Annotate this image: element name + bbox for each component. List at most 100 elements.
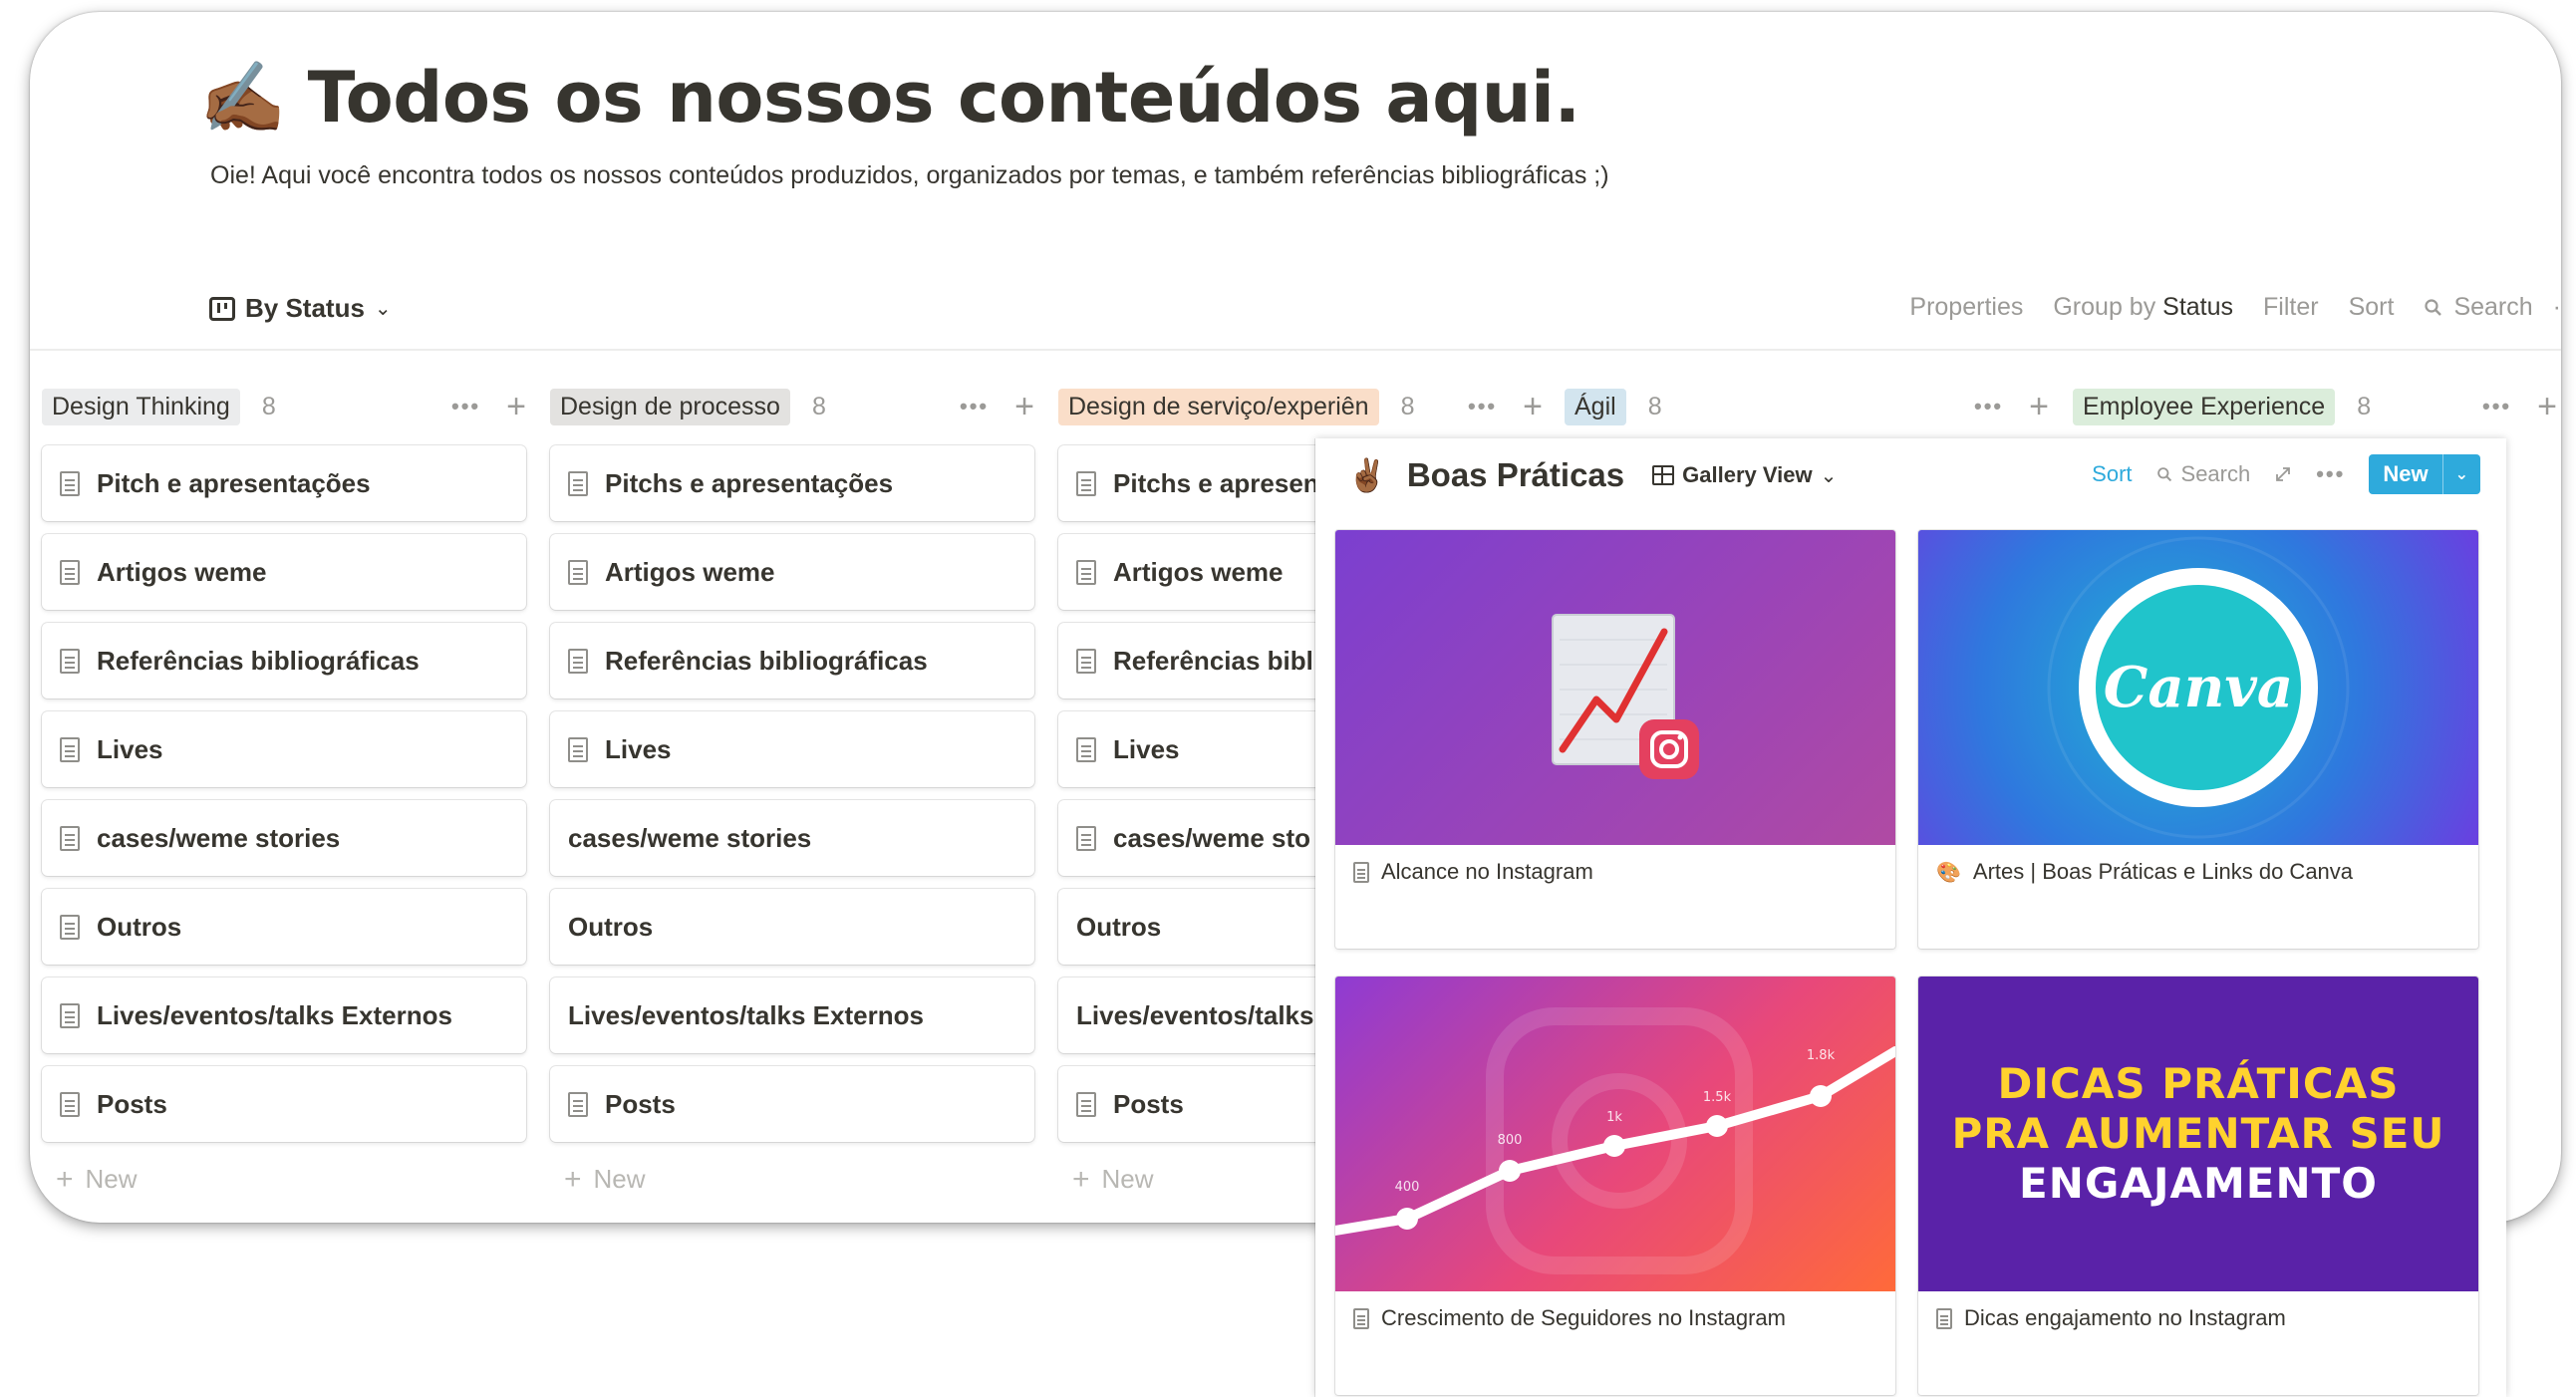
page-title: ✍🏾 Todos os nossos conteúdos aqui.: [199, 57, 1580, 140]
board-card[interactable]: Outros: [42, 889, 526, 965]
new-card-button[interactable]: + New: [550, 1164, 1034, 1195]
view-switcher[interactable]: By Status ⌄: [209, 293, 392, 324]
gallery-sort-button[interactable]: Sort: [2092, 461, 2132, 487]
board-card[interactable]: Artigos weme: [550, 534, 1034, 610]
dicas-banner-text: DICAS PRÁTICAS PRA AUMENTAR SEU ENGAJAME…: [1951, 1059, 2444, 1209]
card-title: Lives: [605, 733, 672, 764]
board-card[interactable]: cases/weme stories: [550, 800, 1034, 876]
gallery-new-button[interactable]: New ⌄: [2369, 454, 2480, 494]
card-title: Alcance no Instagram: [1381, 859, 1593, 884]
page-title-text: Todos os nossos conteúdos aqui.: [307, 57, 1580, 139]
page-icon: [1353, 1307, 1369, 1329]
gallery-search-button[interactable]: Search: [2156, 461, 2251, 487]
gallery-more-icon[interactable]: •••: [2316, 461, 2345, 487]
column-cards: Pitchs e apresentações Artigos weme Referê…: [550, 445, 1034, 1142]
more-icon[interactable]: •••: [1468, 394, 1497, 419]
card-title: Lives/eventos/talks: [1076, 999, 1314, 1030]
gallery-toolbar: Sort Search ••• New ⌄: [2092, 454, 2480, 494]
column-count: 8: [1400, 392, 1415, 420]
view-name: By Status: [245, 293, 365, 323]
column-count: 8: [1647, 392, 1662, 420]
add-icon[interactable]: +: [506, 390, 526, 423]
page-icon: [568, 736, 588, 762]
palette-icon: 🎨: [1936, 861, 1961, 884]
board-card[interactable]: Lives/eventos/talks Externos: [550, 978, 1034, 1053]
board-card[interactable]: Pitchs e apresentações: [550, 445, 1034, 521]
group-by-button[interactable]: Group by Status: [2053, 293, 2233, 322]
page-icon: [60, 736, 80, 762]
column-status-tag[interactable]: Design de serviço/experiên: [1058, 388, 1379, 425]
more-icon[interactable]: •••: [960, 394, 989, 419]
add-icon[interactable]: +: [2029, 390, 2049, 423]
card-title: Posts: [605, 1088, 676, 1119]
new-card-button[interactable]: + New: [42, 1164, 526, 1195]
add-icon[interactable]: +: [1523, 390, 1543, 423]
card-title: Pitchs e apresentações: [605, 467, 894, 498]
board-card[interactable]: Artigos weme: [42, 534, 526, 610]
board-card[interactable]: Lives: [550, 711, 1034, 787]
gallery-card[interactable]: DICAS PRÁTICAS PRA AUMENTAR SEU ENGAJAME…: [1918, 977, 2478, 1395]
board-card[interactable]: Pitch e apresentações: [42, 445, 526, 521]
gallery-card[interactable]: 400 800 1k 1.5k 1.8k Crescimento de Segu…: [1335, 977, 1895, 1395]
more-icon[interactable]: •••: [2482, 394, 2511, 419]
card-title: Outros: [1076, 911, 1162, 942]
gallery-view-switcher[interactable]: Gallery View ⌄: [1652, 462, 1837, 488]
properties-button[interactable]: Properties: [1909, 293, 2023, 322]
page-icon: [568, 1091, 588, 1117]
card-title: Dicas engajamento no Instagram: [1964, 1305, 2286, 1330]
gallery-card[interactable]: Canva 🎨 Artes | Boas Práticas e Links do…: [1918, 530, 2478, 949]
card-title: Outros: [568, 911, 654, 942]
page-icon: [1076, 736, 1096, 762]
add-icon: +: [564, 1162, 582, 1196]
more-icon[interactable]: ·: [2553, 293, 2561, 322]
board-card[interactable]: Posts: [550, 1066, 1034, 1142]
board-card[interactable]: Referências bibliográficas: [550, 623, 1034, 698]
sort-button[interactable]: Sort: [2349, 293, 2395, 322]
column-cards: Pitch e apresentações Artigos weme Referên…: [42, 445, 526, 1142]
chevron-down-icon: ⌄: [374, 298, 392, 320]
board-card[interactable]: Outros: [550, 889, 1034, 965]
board-icon: [209, 296, 235, 321]
search-icon: [2156, 466, 2171, 481]
dicas-line: ENGAJAMENTO: [2019, 1159, 2378, 1208]
column-status-tag[interactable]: Design Thinking: [42, 388, 240, 425]
board-card[interactable]: Lives/eventos/talks Externos: [42, 978, 526, 1053]
page-icon: [1076, 470, 1096, 496]
card-caption: 🎨 Artes | Boas Práticas e Links do Canva: [1936, 859, 2353, 885]
search-button[interactable]: Search: [2424, 293, 2533, 322]
board-column: Design de processo 8 ••• + Pitchs e apresent…: [550, 381, 1034, 1195]
card-title: Artigos weme: [605, 556, 775, 587]
board-card[interactable]: Posts: [42, 1066, 526, 1142]
column-header: Ágil 8 ••• +: [1565, 381, 2049, 432]
new-card-label: New: [85, 1164, 138, 1194]
column-actions: ••• +: [451, 390, 526, 423]
card-title: Crescimento de Seguidores no Instagram: [1381, 1305, 1786, 1330]
card-title: Outros: [97, 911, 182, 942]
column-header: Design Thinking 8 ••• +: [42, 381, 526, 432]
gallery-search-label: Search: [2180, 461, 2251, 486]
more-icon[interactable]: •••: [1974, 394, 2003, 419]
column-status-tag[interactable]: Design de processo: [550, 388, 790, 425]
card-title: Referências bibl: [1113, 645, 1313, 676]
chevron-down-icon[interactable]: ⌄: [2441, 454, 2480, 494]
board-card[interactable]: cases/weme stories: [42, 800, 526, 876]
filter-button[interactable]: Filter: [2263, 293, 2319, 322]
column-status-tag[interactable]: Ágil: [1565, 388, 1626, 425]
add-icon[interactable]: +: [2537, 390, 2557, 423]
gallery-card[interactable]: Alcance no Instagram: [1335, 530, 1895, 949]
expand-icon[interactable]: [2274, 465, 2292, 483]
add-icon[interactable]: +: [1014, 390, 1034, 423]
board-card[interactable]: Lives: [42, 711, 526, 787]
card-title: Posts: [97, 1088, 167, 1119]
card-title: cases/weme stories: [568, 822, 812, 853]
board-column: Design Thinking 8 ••• + Pitch e apresentaçõe…: [42, 381, 526, 1195]
card-cover-canva: Canva: [1918, 530, 2478, 845]
more-icon[interactable]: •••: [451, 394, 480, 419]
board-card[interactable]: Referências bibliográficas: [42, 623, 526, 698]
column-actions: ••• +: [1974, 390, 2049, 423]
canva-logo-illustration: Canva: [2047, 536, 2350, 839]
chart-label: 1.8k: [1807, 1048, 1836, 1063]
page-icon: [1353, 861, 1369, 883]
column-status-tag[interactable]: Employee Experience: [2073, 388, 2336, 425]
page-icon: [60, 1002, 80, 1028]
